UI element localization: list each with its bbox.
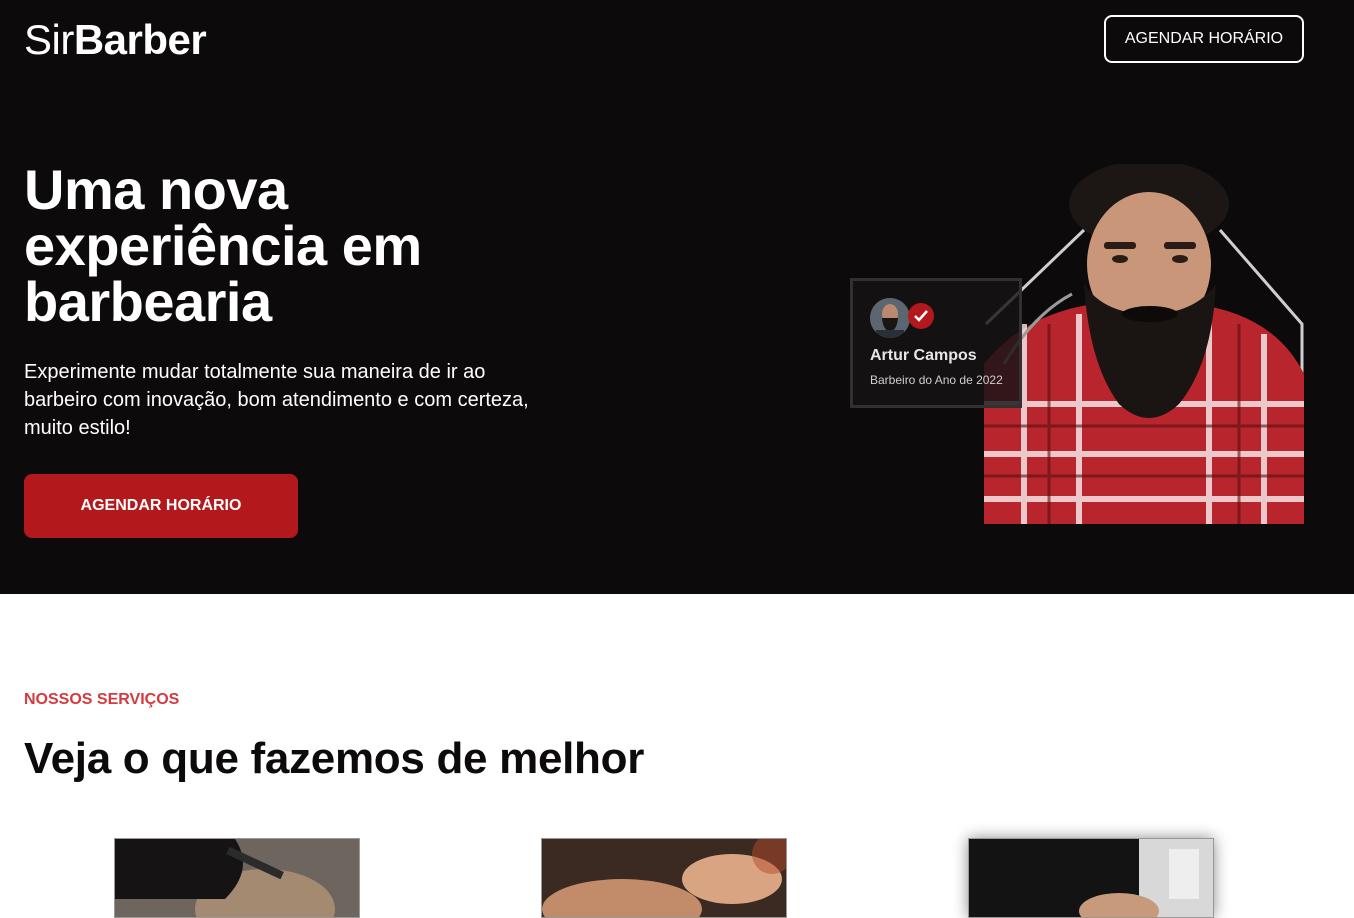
hero-schedule-button[interactable]: AGENDAR HORÁRIO [24, 474, 298, 538]
barber-award: Barbeiro do Ano de 2022 [870, 373, 1003, 387]
service-card-beard[interactable] [968, 838, 1214, 918]
header-schedule-button[interactable]: AGENDAR HORÁRIO [1104, 15, 1304, 63]
hero-title: Uma nova experiência em barbearia [24, 158, 422, 333]
barber-name: Artur Campos [870, 347, 977, 364]
services-eyebrow: NOSSOS SERVIÇOS [24, 691, 180, 708]
barber-avatar [870, 298, 910, 338]
hero-subtitle: Experimente mudar totalmente sua maneira… [24, 361, 529, 439]
barber-photo [984, 164, 1304, 524]
service-card-haircut[interactable] [114, 838, 360, 918]
verified-check-icon [908, 303, 934, 329]
logo-bold-text: Barber [73, 16, 207, 63]
barber-badge-card: Artur Campos Barbeiro do Ano de 2022 [850, 278, 1022, 408]
service-card-eyebrow[interactable] [541, 838, 787, 918]
hero-section: SirBarber AGENDAR HORÁRIO Uma nova exper… [0, 0, 1354, 594]
services-title: Veja o que fazemos de melhor [24, 734, 645, 783]
logo-light-text: Sir [24, 16, 74, 63]
logo[interactable]: SirBarber [24, 16, 207, 64]
